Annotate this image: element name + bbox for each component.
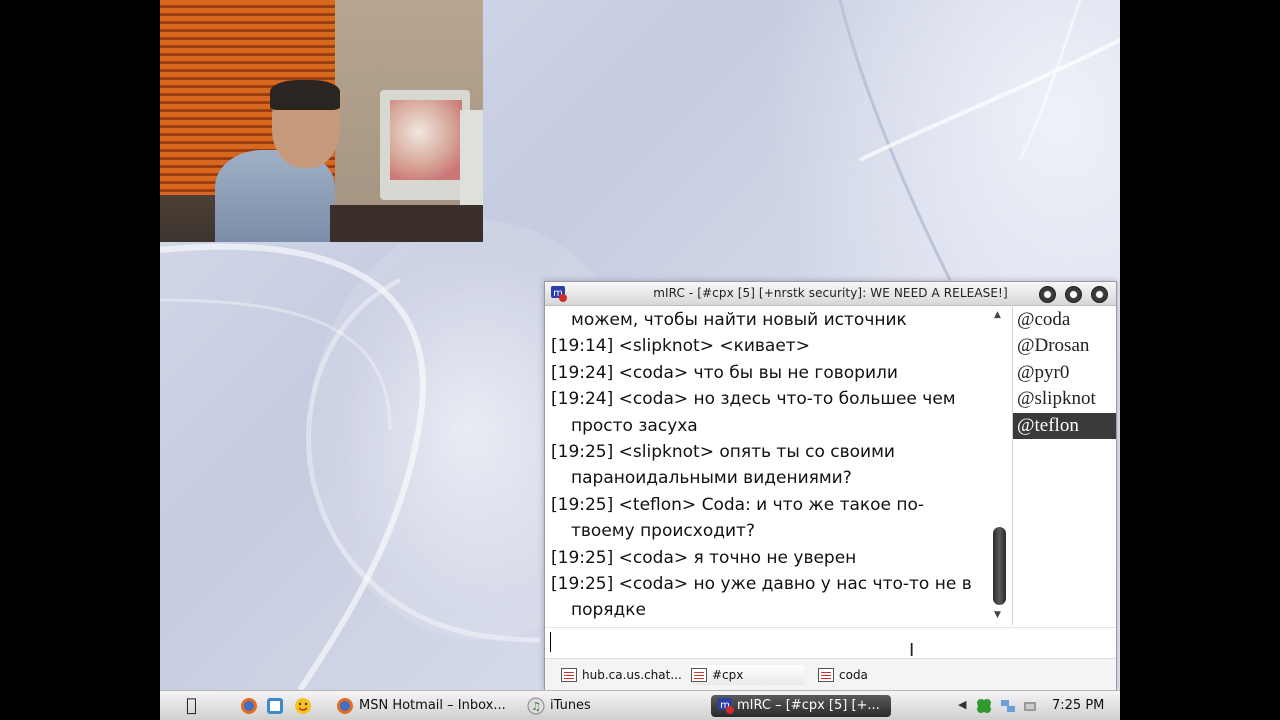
switchbar-item-server[interactable]: hub.ca.us.chat... — [561, 665, 682, 685]
chat-line: [19:24] <coda> что бы вы не говорили — [551, 362, 898, 383]
svg-text:♫: ♫ — [531, 700, 541, 713]
chat-line: можем, чтобы найти новый источник — [571, 310, 907, 330]
second-monitor — [460, 110, 483, 220]
switchbar-item-channel[interactable]: #cpx — [689, 665, 805, 685]
taskbar-item-mirc[interactable]: m mIRC – [#cpx [5] [+... — [711, 695, 891, 717]
chat-line: [19:25] <coda> но уже давно у нас что-то… — [551, 574, 972, 621]
chat-log[interactable]: можем, чтобы найти новый источник [19:14… — [545, 307, 989, 625]
scroll-up-arrow-icon[interactable]: ▲ — [994, 310, 1001, 320]
desk — [330, 205, 483, 242]
text-caret — [550, 632, 551, 652]
monitor-screen — [390, 100, 462, 180]
mirc-titlebar[interactable]: m mIRC - [#cpx [5] [+nrstk security]: WE… — [545, 282, 1116, 306]
nick-list[interactable]: @coda @Drosan @pyr0 @slipknot @teflon — [1012, 307, 1116, 625]
nick-item[interactable]: @pyr0 — [1013, 360, 1116, 386]
nick-item[interactable]: @Drosan — [1013, 333, 1116, 359]
clock[interactable]: 7:25 PM — [1052, 695, 1104, 717]
clover-tray-icon[interactable] — [976, 698, 992, 714]
chat-line: [19:14] <slipknot> <кивает> — [551, 336, 810, 357]
scroll-down-arrow-icon[interactable]: ▼ — [994, 610, 1001, 620]
chat-line: [19:25] <coda> я точно не уверен — [551, 547, 857, 568]
channel-window-icon — [691, 668, 707, 682]
nick-item-selected[interactable]: @teflon — [1013, 412, 1116, 439]
itunes-icon: ♫ — [527, 697, 545, 715]
minimize-button[interactable] — [1039, 286, 1056, 303]
nick-item[interactable]: @coda — [1013, 307, 1116, 333]
window-title: mIRC - [#cpx [5] [+nrstk security]: WE N… — [653, 286, 1008, 300]
mirc-window[interactable]: m mIRC - [#cpx [5] [+nrstk security]: WE… — [544, 281, 1117, 690]
chat-line: [19:25] <slipknot> опять ты со своими па… — [551, 442, 895, 489]
chat-scrollbar[interactable]: ▲ ▼ — [990, 307, 1008, 625]
firefox-launcher-icon[interactable] — [240, 697, 258, 715]
message-input[interactable]: I — [545, 627, 1116, 661]
maximize-button[interactable] — [1065, 286, 1082, 303]
taskbar-item-hotmail[interactable]: MSN Hotmail – Inbox... — [359, 695, 506, 717]
server-window-icon — [561, 668, 577, 682]
person-hair — [270, 80, 340, 110]
messenger-launcher-icon[interactable] — [294, 697, 312, 715]
mirc-icon: m — [718, 698, 734, 714]
switchbar-item-query[interactable]: coda — [818, 665, 868, 685]
nick-item[interactable]: @slipknot — [1013, 386, 1116, 412]
chat-line: [19:24] <coda> но здесь что-то большее ч… — [551, 389, 956, 436]
scroll-thumb[interactable] — [993, 527, 1006, 605]
taskbar:  MSN Hotmail – Inbox... ♫ iTunes m mIRC… — [160, 690, 1120, 720]
settings-launcher-icon[interactable] — [266, 697, 284, 715]
chat-line: [19:25] <teflon> Coda: и что же такое по… — [551, 494, 925, 542]
network-tray-icon[interactable] — [1000, 698, 1016, 714]
volume-tray-icon[interactable] — [1022, 698, 1038, 714]
close-button[interactable] — [1091, 286, 1108, 303]
apple-menu-icon[interactable]:  — [186, 695, 197, 716]
switchbar[interactable]: hub.ca.us.chat... #cpx coda — [545, 658, 1116, 690]
firefox-icon — [337, 698, 353, 714]
taskbar-item-itunes[interactable]: iTunes — [550, 695, 591, 717]
tray-expand-icon[interactable]: ◀ — [958, 698, 974, 714]
taskbar-item-mirc-label: mIRC – [#cpx [5] [+... — [737, 698, 880, 713]
query-window-icon — [818, 668, 834, 682]
webcam-image — [160, 0, 483, 242]
